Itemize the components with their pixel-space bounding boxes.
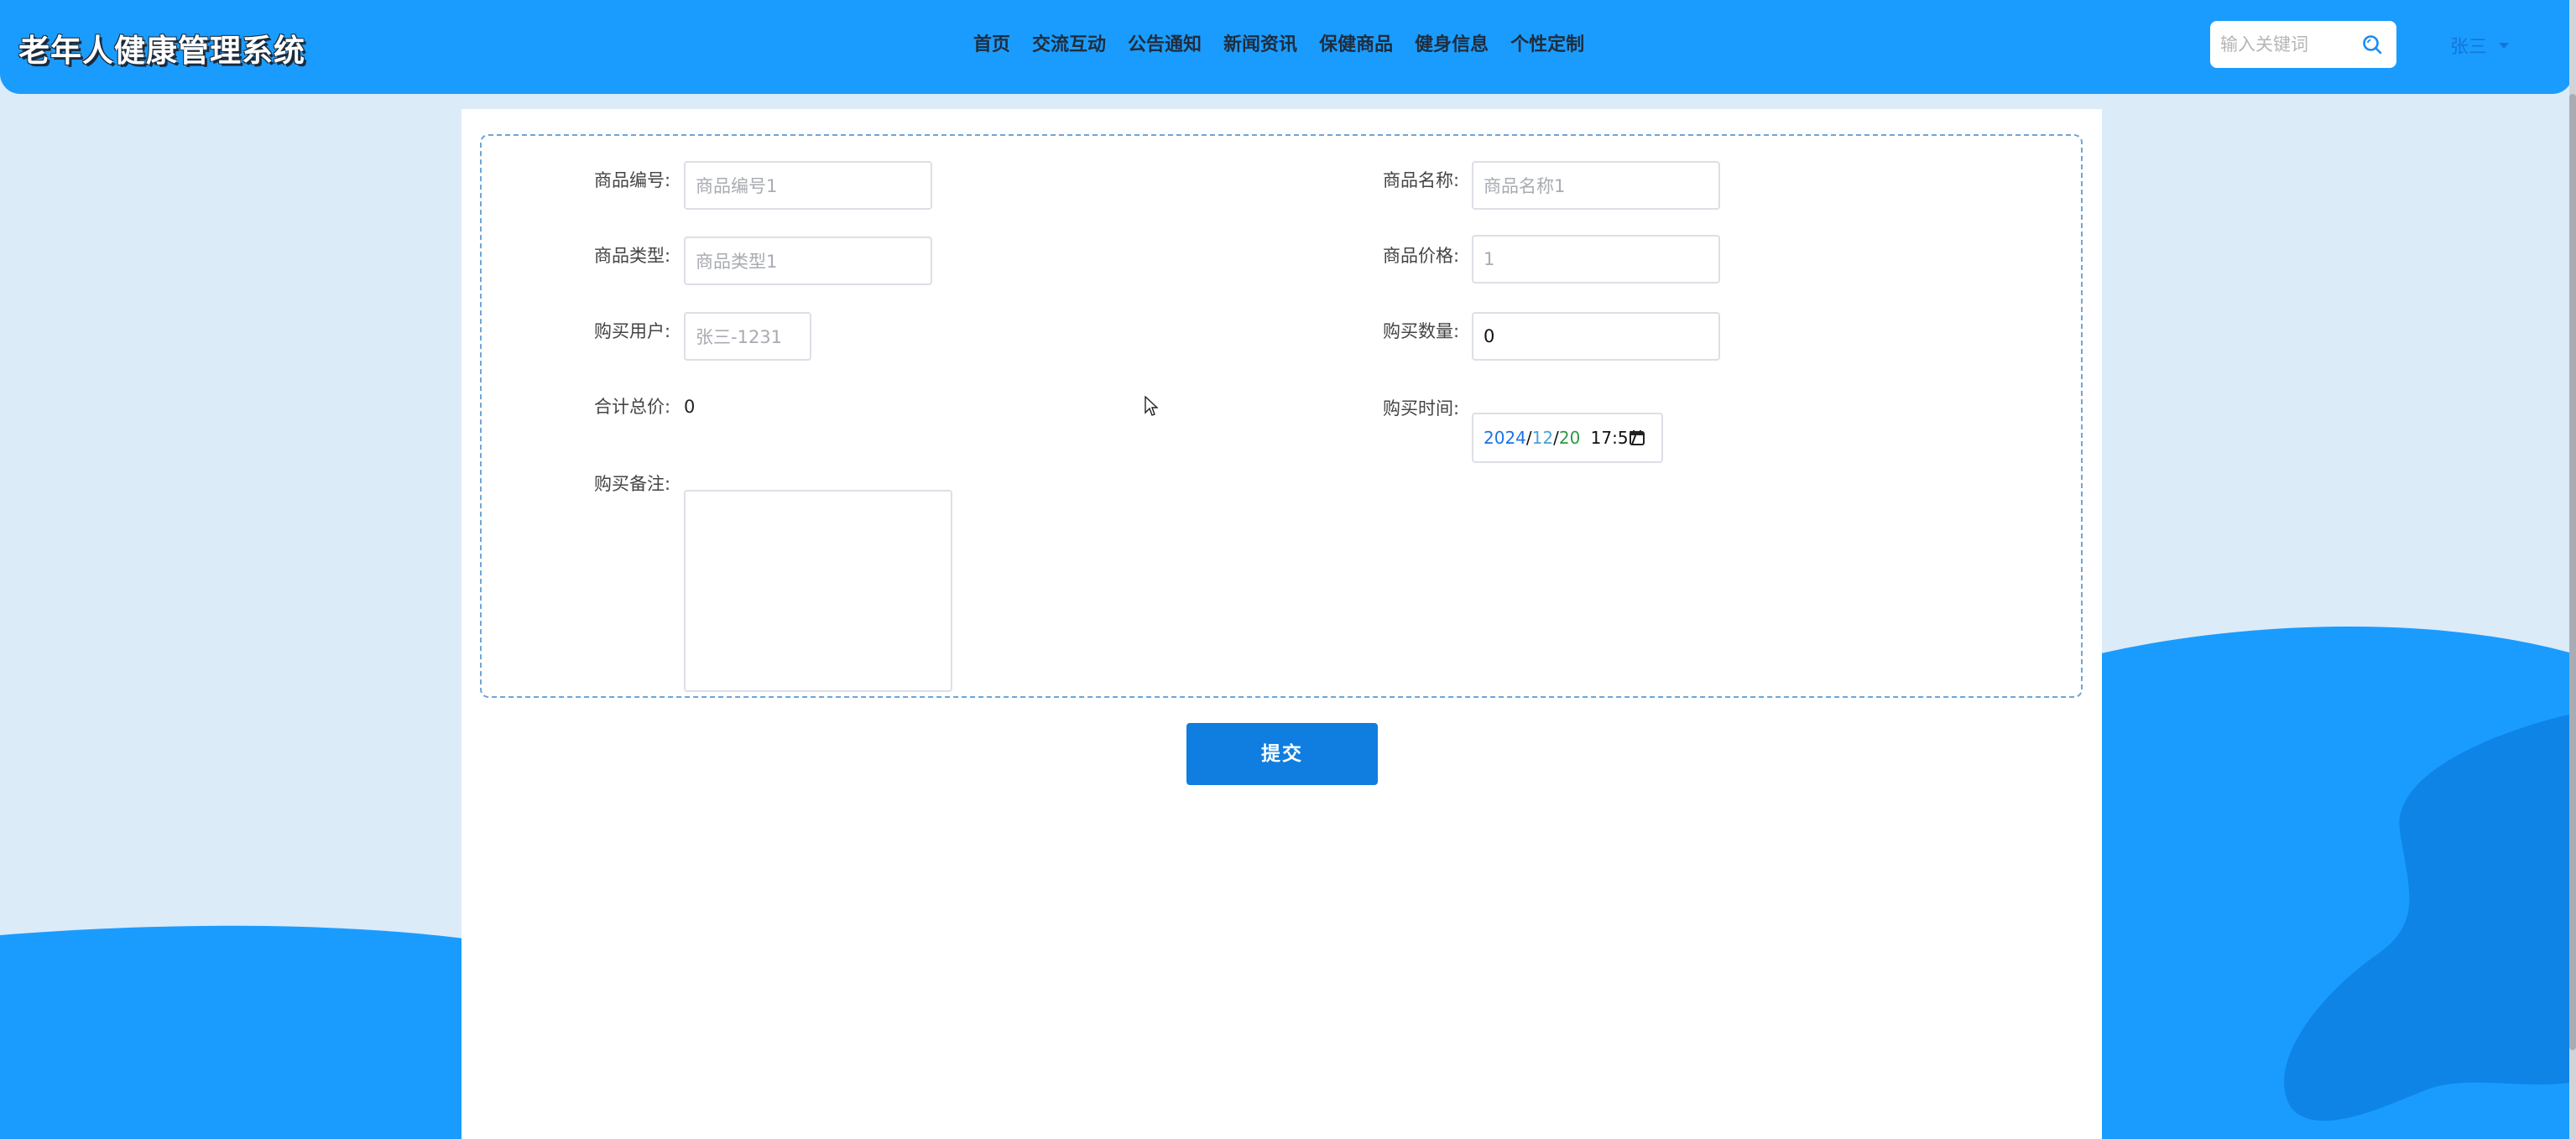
- nav-item-fitness[interactable]: 健身信息: [1415, 29, 1489, 62]
- user-name[interactable]: 张三: [2450, 32, 2487, 59]
- main-panel: 商品编号: 商品名称: 商品类型: 商品价格: 购买用户: 购买数量: 合计总价…: [461, 109, 2102, 1139]
- main-nav: 首页 交流互动 公告通知 新闻资讯 保健商品 健身信息 个性定制: [973, 29, 1606, 62]
- quantity-label: 购买数量:: [1383, 321, 1460, 341]
- purchase-time-label: 购买时间:: [1383, 398, 1460, 419]
- search-icon[interactable]: [2361, 34, 2383, 55]
- goods-name-field[interactable]: [1472, 161, 1720, 210]
- order-form: 商品编号: 商品名称: 商品类型: 商品价格: 购买用户: 购买数量: 合计总价…: [480, 134, 2083, 698]
- nav-item-health-goods[interactable]: 保健商品: [1319, 29, 1393, 62]
- date-day[interactable]: 20: [1559, 428, 1580, 448]
- goods-no-label: 商品编号:: [594, 170, 671, 190]
- submit-button[interactable]: 提交: [1186, 723, 1378, 785]
- goods-no-field[interactable]: [684, 161, 932, 210]
- mouse-cursor-icon: [1145, 396, 1158, 416]
- nav-item-forum[interactable]: 交流互动: [1032, 29, 1106, 62]
- goods-name-label: 商品名称:: [1383, 170, 1460, 190]
- buyer-field[interactable]: [684, 312, 811, 361]
- goods-type-label: 商品类型:: [594, 246, 671, 266]
- buyer-label: 购买用户:: [594, 321, 671, 341]
- nav-item-notice[interactable]: 公告通知: [1128, 29, 1202, 62]
- goods-price-label: 商品价格:: [1383, 246, 1460, 266]
- search-box: [2210, 21, 2396, 68]
- site-logo[interactable]: 老年人健康管理系统: [18, 25, 305, 70]
- date-year[interactable]: 2024: [1484, 428, 1526, 448]
- nav-item-home[interactable]: 首页: [973, 29, 1010, 62]
- remark-textarea[interactable]: [684, 490, 952, 692]
- total-price-label: 合计总价:: [594, 397, 671, 417]
- goods-type-field[interactable]: [684, 237, 932, 285]
- top-header: 老年人健康管理系统 首页 交流互动 公告通知 新闻资讯 保健商品 健身信息 个性…: [0, 0, 2573, 94]
- remark-label: 购买备注:: [594, 474, 671, 494]
- quantity-field[interactable]: [1472, 312, 1720, 361]
- nav-item-news[interactable]: 新闻资讯: [1223, 29, 1297, 62]
- chevron-down-icon[interactable]: [2499, 42, 2510, 49]
- nav-item-custom[interactable]: 个性定制: [1510, 29, 1584, 62]
- search-input[interactable]: [2219, 29, 2356, 60]
- goods-price-field[interactable]: [1472, 235, 1720, 283]
- user-menu[interactable]: 张三: [2450, 32, 2510, 59]
- calendar-icon[interactable]: [1628, 429, 1646, 447]
- total-price-value: 0: [684, 397, 696, 417]
- purchase-time-field[interactable]: 2024/12/20 17:57: [1472, 413, 1663, 463]
- scrollbar-thumb[interactable]: [2569, 94, 2576, 1050]
- date-month[interactable]: 12: [1532, 428, 1553, 448]
